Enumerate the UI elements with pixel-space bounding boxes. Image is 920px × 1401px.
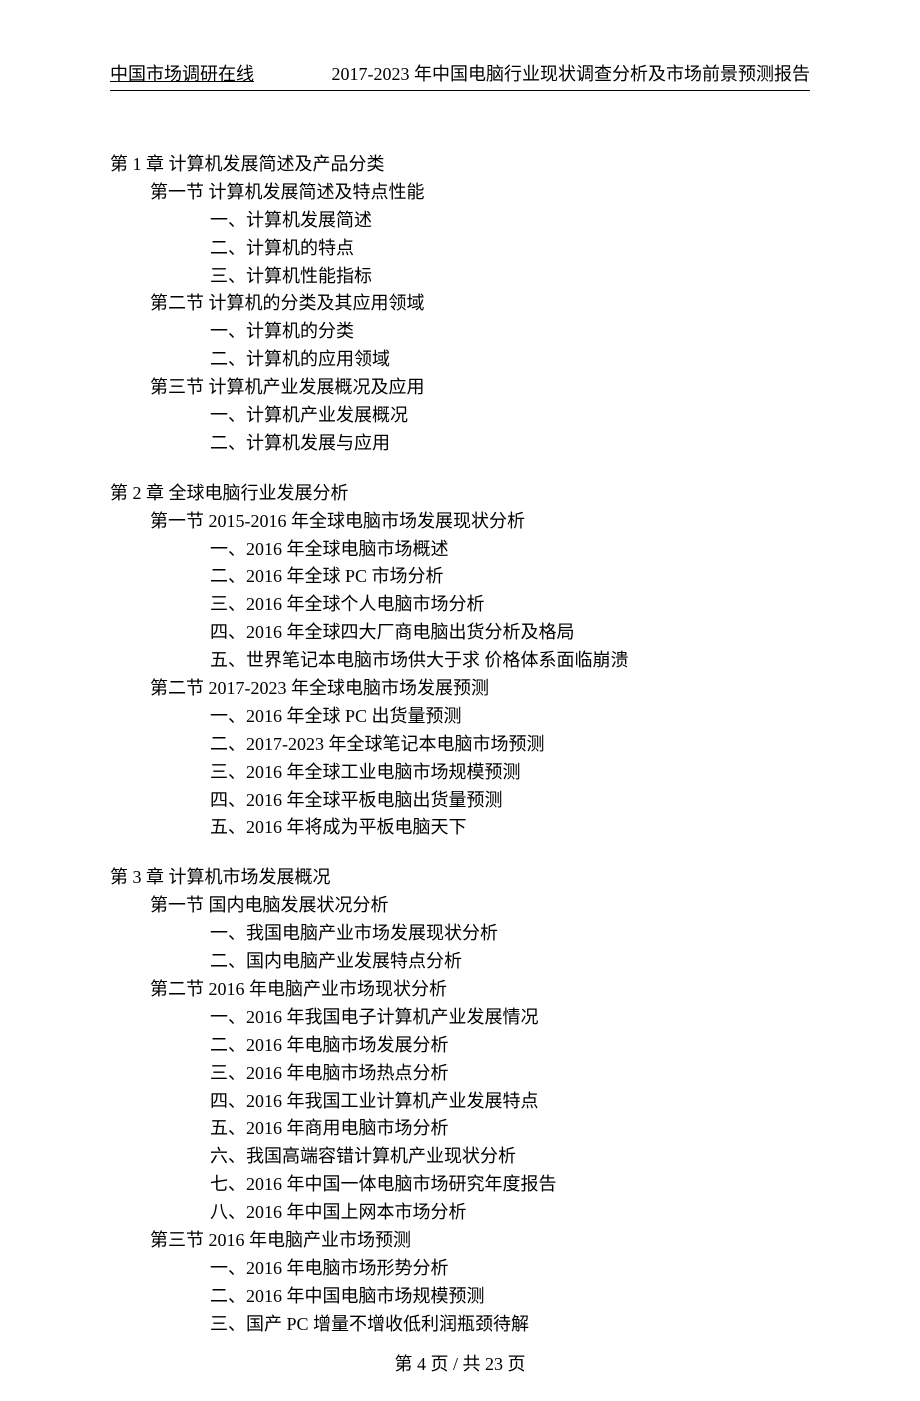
toc-item: 二、计算机发展与应用 [210, 430, 810, 458]
toc-item: 二、2016 年电脑市场发展分析 [210, 1032, 810, 1060]
toc-item: 四、2016 年全球四大厂商电脑出货分析及格局 [210, 619, 810, 647]
toc-item: 一、计算机产业发展概况 [210, 402, 810, 430]
toc-item: 八、2016 年中国上网本市场分析 [210, 1199, 810, 1227]
header-right: 2017-2023 年中国电脑行业现状调查分析及市场前景预测报告 [332, 60, 811, 86]
document-page: 中国市场调研在线 2017-2023 年中国电脑行业现状调查分析及市场前景预测报… [0, 0, 920, 1401]
toc-item: 四、2016 年我国工业计算机产业发展特点 [210, 1088, 810, 1116]
toc-item: 六、我国高端容错计算机产业现状分析 [210, 1143, 810, 1171]
chapter-title: 第 2 章 全球电脑行业发展分析 [110, 480, 810, 508]
toc-item: 二、计算机的应用领域 [210, 346, 810, 374]
section-title: 第一节 2015-2016 年全球电脑市场发展现状分析 [150, 508, 810, 536]
toc-item: 五、世界笔记本电脑市场供大于求 价格体系面临崩溃 [210, 647, 810, 675]
section-title: 第一节 计算机发展简述及特点性能 [150, 179, 810, 207]
table-of-contents: 第 1 章 计算机发展简述及产品分类第一节 计算机发展简述及特点性能一、计算机发… [110, 151, 810, 1339]
toc-item: 三、2016 年全球工业电脑市场规模预测 [210, 759, 810, 787]
toc-item: 一、2016 年全球 PC 出货量预测 [210, 703, 810, 731]
toc-item: 二、计算机的特点 [210, 235, 810, 263]
toc-item: 四、2016 年全球平板电脑出货量预测 [210, 787, 810, 815]
toc-item: 一、2016 年我国电子计算机产业发展情况 [210, 1004, 810, 1032]
toc-item: 三、计算机性能指标 [210, 263, 810, 291]
toc-item: 一、计算机的分类 [210, 318, 810, 346]
chapter: 第 1 章 计算机发展简述及产品分类第一节 计算机发展简述及特点性能一、计算机发… [110, 151, 810, 458]
section-title: 第二节 计算机的分类及其应用领域 [150, 290, 810, 318]
section-title: 第三节 2016 年电脑产业市场预测 [150, 1227, 810, 1255]
toc-item: 五、2016 年商用电脑市场分析 [210, 1115, 810, 1143]
toc-item: 二、2017-2023 年全球笔记本电脑市场预测 [210, 731, 810, 759]
chapter-title: 第 1 章 计算机发展简述及产品分类 [110, 151, 810, 179]
page-footer: 第 4 页 / 共 23 页 [0, 1350, 920, 1376]
section-title: 第二节 2017-2023 年全球电脑市场发展预测 [150, 675, 810, 703]
toc-item: 五、2016 年将成为平板电脑天下 [210, 814, 810, 842]
toc-item: 三、2016 年电脑市场热点分析 [210, 1060, 810, 1088]
chapter: 第 3 章 计算机市场发展概况第一节 国内电脑发展状况分析一、我国电脑产业市场发… [110, 864, 810, 1338]
section-title: 第一节 国内电脑发展状况分析 [150, 892, 810, 920]
page-header: 中国市场调研在线 2017-2023 年中国电脑行业现状调查分析及市场前景预测报… [110, 60, 810, 91]
chapter: 第 2 章 全球电脑行业发展分析第一节 2015-2016 年全球电脑市场发展现… [110, 480, 810, 843]
toc-item: 二、2016 年中国电脑市场规模预测 [210, 1283, 810, 1311]
toc-item: 一、计算机发展简述 [210, 207, 810, 235]
toc-item: 一、2016 年电脑市场形势分析 [210, 1255, 810, 1283]
toc-item: 一、我国电脑产业市场发展现状分析 [210, 920, 810, 948]
section-title: 第二节 2016 年电脑产业市场现状分析 [150, 976, 810, 1004]
section-title: 第三节 计算机产业发展概况及应用 [150, 374, 810, 402]
toc-item: 三、国产 PC 增量不增收低利润瓶颈待解 [210, 1311, 810, 1339]
toc-item: 二、国内电脑产业发展特点分析 [210, 948, 810, 976]
toc-item: 三、2016 年全球个人电脑市场分析 [210, 591, 810, 619]
toc-item: 七、2016 年中国一体电脑市场研究年度报告 [210, 1171, 810, 1199]
toc-item: 二、2016 年全球 PC 市场分析 [210, 563, 810, 591]
chapter-title: 第 3 章 计算机市场发展概况 [110, 864, 810, 892]
toc-item: 一、2016 年全球电脑市场概述 [210, 536, 810, 564]
header-left: 中国市场调研在线 [110, 60, 254, 86]
